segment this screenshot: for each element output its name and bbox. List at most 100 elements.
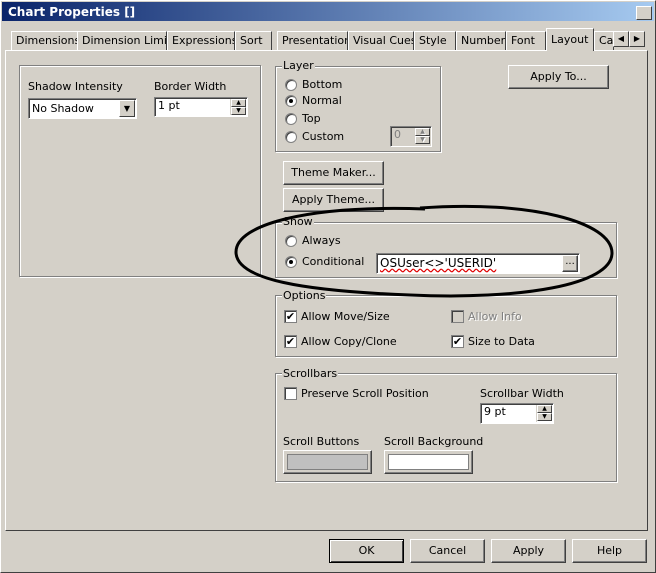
layer-custom-value: 0 [394,128,401,141]
checkmark-icon: ✔ [452,335,463,348]
spin-down-icon: ▼ [542,413,547,420]
apply-label: Apply [512,544,545,557]
layer-normal-radio[interactable] [285,95,297,107]
tab-style[interactable]: Style [414,31,456,50]
scroll-buttons-color-button[interactable] [283,450,372,474]
apply-to-button[interactable]: Apply To... [508,65,609,89]
expression-editor-button[interactable]: ... [562,255,578,272]
tab-label: Layout [551,33,589,46]
layer-normal-label: Normal [302,94,342,107]
spin-up-button[interactable]: ▲ [231,99,246,107]
shadow-intensity-value: No Shadow [32,102,94,115]
size-to-data-checkbox[interactable]: ✔ [451,335,464,348]
scroll-buttons-color-swatch [287,454,368,470]
spin-up-button[interactable]: ▲ [537,405,552,413]
chevron-down-icon: ▼ [123,104,131,113]
spin-down-button[interactable]: ▼ [415,136,430,144]
layer-bottom-radio[interactable] [285,79,297,91]
tab-label: Expressions [172,34,235,47]
apply-theme-button[interactable]: Apply Theme... [283,188,384,212]
allow-copy-clone-label: Allow Copy/Clone [301,335,397,348]
show-always-label: Always [302,234,341,247]
scroll-background-label: Scroll Background [384,435,484,448]
tab-layout[interactable]: Layout [546,28,594,51]
tab-number[interactable]: Number [456,31,506,50]
tab-sort[interactable]: Sort [235,31,272,50]
spin-down-icon: ▼ [420,136,425,143]
window-title: Chart Properties [] [8,5,136,19]
tab-label: Presentation [282,34,348,47]
checkmark-icon: ✔ [285,310,296,323]
scroll-background-color-swatch [388,454,469,470]
spin-up-icon: ▲ [420,128,425,135]
tab-scroll-left-button[interactable]: ◀ [613,31,629,47]
layer-custom-input[interactable]: 0 ▲ ▼ [390,126,432,147]
ok-label: OK [358,544,375,557]
ellipsis-icon: ... [565,256,575,267]
shadow-dropdown-button[interactable]: ▼ [119,100,135,117]
checkmark-icon: ✔ [285,335,296,348]
options-legend: Options [282,289,327,302]
border-width-spinner[interactable]: ▲ ▼ [230,99,246,115]
layer-top-radio[interactable] [285,113,297,125]
preserve-scroll-checkbox[interactable] [284,387,297,400]
layer-custom-label: Custom [302,130,345,143]
layer-top-label: Top [302,112,321,125]
allow-move-size-label: Allow Move/Size [301,310,390,323]
shadow-intensity-select[interactable]: No Shadow ▼ [28,98,137,119]
border-width-value: 1 pt [158,99,180,112]
tab-presentation[interactable]: Presentation [277,31,348,50]
title-bar[interactable]: Chart Properties [] [2,2,654,21]
allow-info-label: Allow Info [468,310,522,323]
conditional-expression-value: OSUser<>'USERID' [380,256,497,270]
scrollbar-width-value: 9 pt [484,405,506,418]
cancel-button[interactable]: Cancel [410,539,485,563]
help-button[interactable]: Help [572,539,647,563]
scrollbars-legend: Scrollbars [282,367,339,380]
tab-font[interactable]: Font [506,31,546,50]
layer-custom-radio[interactable] [285,131,297,143]
allow-move-size-checkbox[interactable]: ✔ [284,310,297,323]
tab-expressions[interactable]: Expressions [167,31,235,50]
conditional-expression-input[interactable]: OSUser<>'USERID' ... [376,253,580,274]
tab-label: Ca [599,34,614,47]
shadow-intensity-label: Shadow Intensity [28,80,123,93]
scroll-background-color-button[interactable] [384,450,473,474]
allow-info-checkbox[interactable] [451,310,464,323]
border-width-input[interactable]: 1 pt ▲ ▼ [154,97,248,117]
layer-bottom-label: Bottom [302,78,343,91]
apply-button[interactable]: Apply [491,539,566,563]
close-button[interactable] [636,6,652,20]
show-conditional-radio[interactable] [285,256,297,268]
tab-scroll-right-button[interactable]: ▶ [629,31,645,47]
show-conditional-label: Conditional [302,255,365,268]
spin-down-icon: ▼ [236,107,241,114]
theme-maker-label: Theme Maker... [291,166,376,179]
arrow-right-icon: ▶ [633,34,641,43]
preserve-scroll-label: Preserve Scroll Position [301,387,429,400]
tab-dimensions[interactable]: Dimensions [11,31,78,50]
size-to-data-label: Size to Data [468,335,535,348]
tab-caption[interactable]: Ca [594,31,614,50]
spin-down-button[interactable]: ▼ [231,107,246,115]
scrollbar-width-spinner[interactable]: ▲ ▼ [536,405,552,422]
scrollbar-width-input[interactable]: 9 pt ▲ ▼ [480,403,554,424]
scrollbar-width-label: Scrollbar Width [480,387,564,400]
scroll-buttons-label: Scroll Buttons [283,435,360,448]
spin-up-icon: ▲ [236,99,241,106]
allow-copy-clone-checkbox[interactable]: ✔ [284,335,297,348]
arrow-left-icon: ◀ [617,34,625,43]
tab-visual-cues[interactable]: Visual Cues [348,31,414,50]
layer-legend: Layer [282,59,315,72]
cancel-label: Cancel [428,544,467,557]
tab-dimension-limits[interactable]: Dimension Limits [77,31,167,50]
spin-up-icon: ▲ [542,405,547,412]
spin-up-button[interactable]: ▲ [415,128,430,136]
apply-theme-label: Apply Theme... [292,193,375,206]
show-always-radio[interactable] [285,235,297,247]
tab-label: Sort [240,34,263,47]
spin-down-button[interactable]: ▼ [537,413,552,421]
theme-maker-button[interactable]: Theme Maker... [283,161,384,185]
ok-button[interactable]: OK [329,539,404,563]
layer-custom-spinner[interactable]: ▲ ▼ [414,128,430,145]
